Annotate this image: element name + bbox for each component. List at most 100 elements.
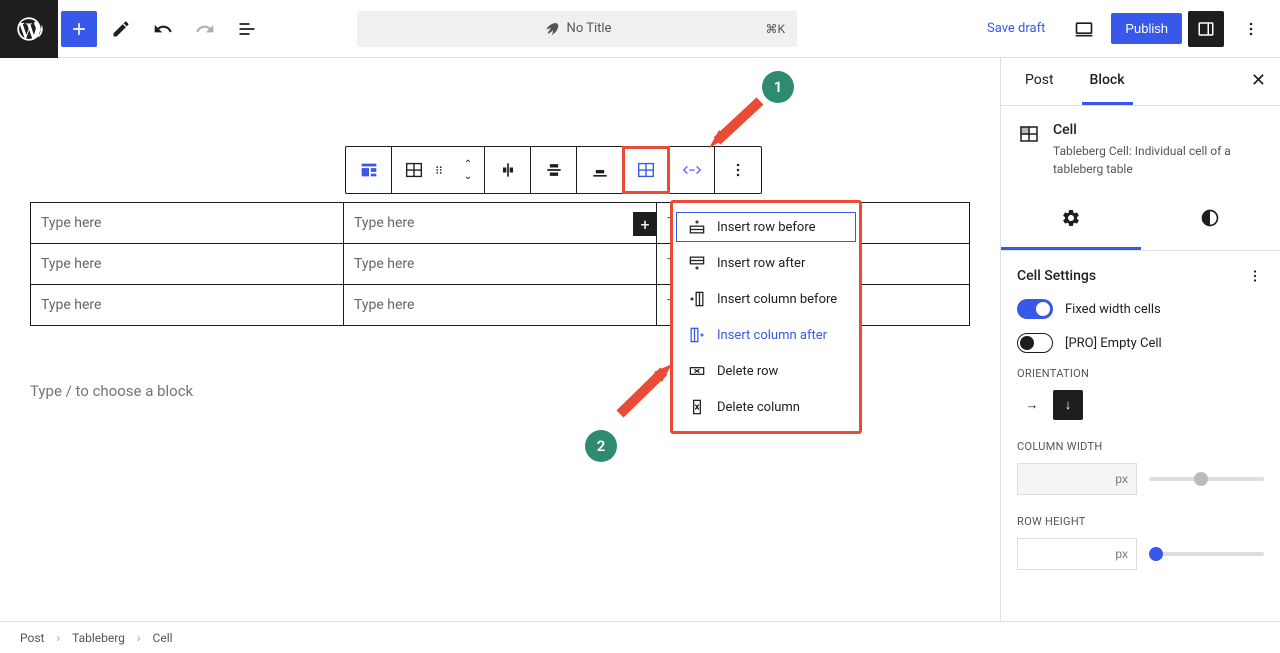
col-width-input[interactable] — [1017, 463, 1137, 495]
col-before-icon — [687, 289, 707, 309]
close-sidebar-button[interactable]: ✕ — [1251, 70, 1266, 91]
block-title: Cell — [1053, 122, 1264, 138]
insert-row-before-item[interactable]: Insert row before — [673, 209, 859, 245]
add-block-inline-button[interactable]: + — [633, 212, 657, 236]
fixed-width-label: Fixed width cells — [1065, 302, 1161, 317]
editor-canvas: ⌃ ⌄ — [0, 58, 1000, 621]
align-text-icon — [590, 160, 610, 180]
col-width-slider[interactable] — [1149, 477, 1264, 481]
table-cell[interactable]: Type here — [31, 285, 344, 326]
cell-settings-section: Cell Settings Fixed width cells [PRO] Em… — [1001, 251, 1280, 586]
more-block-options[interactable] — [715, 147, 761, 193]
kebab-icon — [728, 160, 748, 180]
orientation-vertical[interactable]: ↓ — [1053, 390, 1083, 420]
align-horiz-icon — [544, 160, 564, 180]
insert-col-after-item[interactable]: Insert column after — [673, 317, 859, 353]
table-icon — [403, 159, 425, 181]
row-height-slider[interactable] — [1149, 552, 1264, 556]
col-width-label: COLUMN WIDTH — [1017, 440, 1264, 453]
row-after-icon — [687, 253, 707, 273]
document-title-bar[interactable]: No Title ⌘K — [357, 11, 797, 47]
move-buttons: ⌃ ⌄ — [456, 158, 480, 182]
gear-icon — [1061, 208, 1081, 228]
annotation-1: 1 — [762, 71, 794, 103]
breadcrumb-item[interactable]: Post — [20, 631, 44, 645]
block-type-icon — [358, 159, 380, 181]
align-vertical-button[interactable] — [485, 147, 531, 193]
subtab-styles[interactable] — [1141, 194, 1280, 250]
redo-button[interactable] — [187, 11, 223, 47]
tab-post[interactable]: Post — [1017, 58, 1062, 105]
row-height-input[interactable] — [1017, 538, 1137, 570]
delete-col-item[interactable]: Delete column — [673, 389, 859, 425]
device-icon — [1074, 19, 1094, 39]
list-icon — [237, 19, 257, 39]
settings-sidebar: Post Block ✕ Cell Tableberg Cell: Indivi… — [1000, 58, 1280, 621]
subtab-settings[interactable] — [1001, 194, 1141, 250]
delete-col-icon — [687, 397, 707, 417]
undo-button[interactable] — [145, 11, 181, 47]
block-description: Tableberg Cell: Individual cell of a tab… — [1053, 142, 1264, 178]
breadcrumb-item[interactable]: Tableberg — [72, 631, 125, 645]
sidebar-subtabs — [1001, 194, 1280, 251]
shortcut-hint: ⌘K — [765, 22, 785, 36]
section-title: Cell Settings — [1017, 268, 1096, 284]
row-height-label: ROW HEIGHT — [1017, 515, 1264, 528]
delete-row-item[interactable]: Delete row — [673, 353, 859, 389]
table-cell[interactable]: Type here — [344, 285, 657, 326]
redo-icon — [195, 19, 215, 39]
table-edit-dropdown: Insert row before Insert row after Inser… — [670, 200, 862, 434]
width-icon — [681, 159, 703, 181]
align-text-button[interactable] — [577, 147, 623, 193]
table-cell[interactable]: Type here — [31, 203, 344, 244]
block-toolbar: ⌃ ⌄ — [345, 146, 762, 194]
empty-cell-label: [PRO] Empty Cell — [1065, 336, 1162, 351]
save-draft-button[interactable]: Save draft — [975, 13, 1057, 44]
wp-logo[interactable] — [0, 0, 58, 58]
edit-mode-button[interactable] — [103, 11, 139, 47]
block-type-button[interactable] — [346, 147, 392, 193]
preview-button[interactable] — [1066, 11, 1102, 47]
section-menu-button[interactable] — [1246, 267, 1264, 285]
sidebar-icon — [1197, 20, 1215, 38]
doc-outline-button[interactable] — [229, 11, 265, 47]
breadcrumb: Post › Tableberg › Cell — [0, 621, 1280, 653]
annotation-arrow-2 — [612, 356, 677, 421]
sidebar-tabs: Post Block ✕ — [1001, 58, 1280, 106]
orientation-label: ORIENTATION — [1017, 367, 1264, 380]
drag-handle[interactable] — [432, 163, 456, 177]
delete-row-icon — [687, 361, 707, 381]
table-cell[interactable]: Type here — [344, 203, 657, 244]
move-down-button[interactable]: ⌄ — [456, 170, 480, 182]
table-cell[interactable]: Type here — [31, 244, 344, 285]
undo-icon — [153, 19, 173, 39]
doc-title-text: No Title — [567, 21, 612, 36]
more-options-button[interactable] — [1233, 11, 1269, 47]
row-before-icon — [687, 217, 707, 237]
cell-block-icon — [1017, 122, 1041, 146]
fixed-width-toggle[interactable] — [1017, 299, 1053, 319]
insert-col-before-item[interactable]: Insert column before — [673, 281, 859, 317]
column-width-button[interactable] — [669, 147, 715, 193]
publish-button[interactable]: Publish — [1111, 13, 1182, 44]
plus-icon — [69, 19, 89, 39]
orientation-horizontal[interactable]: → — [1017, 390, 1047, 420]
move-up-button[interactable]: ⌃ — [456, 158, 480, 170]
tab-block[interactable]: Block — [1082, 58, 1133, 105]
col-after-icon — [687, 325, 707, 345]
settings-panel-toggle[interactable] — [1188, 11, 1224, 47]
table-cell[interactable]: Type here — [344, 244, 657, 285]
align-vert-icon — [498, 160, 518, 180]
add-block-button[interactable] — [61, 11, 97, 47]
slash-hint[interactable]: Type / to choose a block — [30, 382, 193, 400]
table-edit-icon — [635, 159, 657, 181]
empty-cell-toggle[interactable] — [1017, 333, 1053, 353]
align-horizontal-button[interactable] — [531, 147, 577, 193]
table-edit-button[interactable] — [623, 147, 669, 193]
block-info: Cell Tableberg Cell: Individual cell of … — [1001, 106, 1280, 194]
kebab-icon — [1241, 19, 1261, 39]
breadcrumb-item[interactable]: Cell — [153, 631, 173, 645]
parent-block-button[interactable] — [396, 147, 432, 193]
wordpress-icon — [15, 15, 43, 43]
insert-row-after-item[interactable]: Insert row after — [673, 245, 859, 281]
